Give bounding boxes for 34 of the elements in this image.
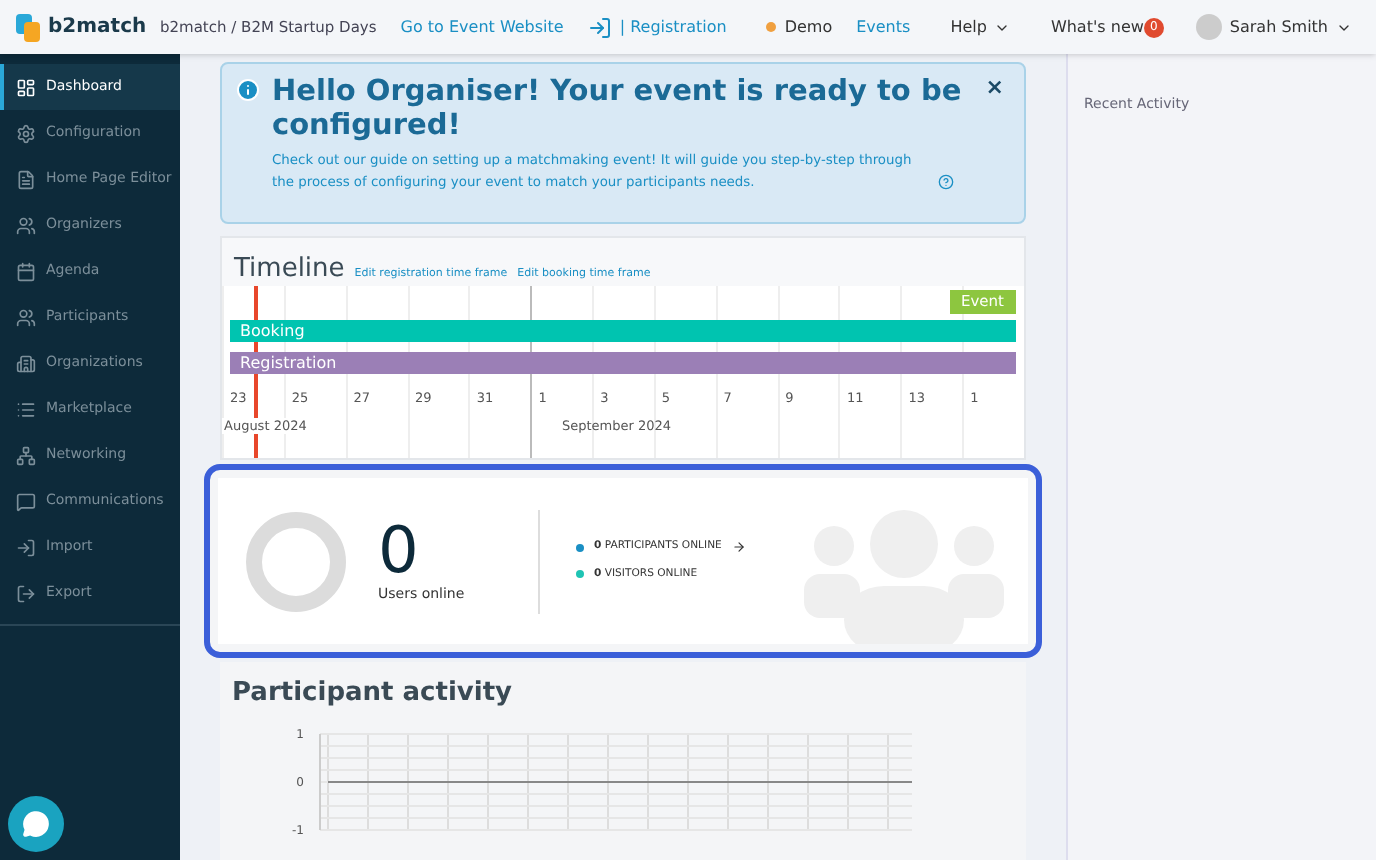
donut-ring (246, 511, 346, 611)
close-button[interactable]: × (985, 76, 1004, 98)
header-link[interactable]: | Registration (619, 15, 727, 39)
logo-icon (16, 13, 40, 41)
timeline-bar: Registration (230, 352, 1016, 374)
login-icon (587, 15, 612, 39)
header-link[interactable]: Go to Event Website (400, 15, 564, 39)
gear-icon (16, 123, 36, 143)
document-icon (16, 169, 36, 189)
user-menu[interactable]: Sarah Smith (1229, 15, 1352, 39)
calendar-icon (16, 261, 36, 281)
online-count: 0 (378, 516, 421, 585)
timeline-bar: Booking (230, 320, 1016, 342)
list-icon (16, 399, 36, 419)
building-icon (16, 353, 36, 373)
enter-icon (16, 537, 36, 557)
people-icon (16, 307, 36, 327)
timeline-title: Timeline (234, 256, 345, 282)
chat-icon (16, 491, 36, 511)
exit-icon (16, 583, 36, 603)
network-icon (16, 445, 36, 465)
whats-new-button[interactable]: What's new (1050, 15, 1144, 39)
brand-name: b2match (48, 14, 147, 42)
help-menu[interactable]: Help (950, 15, 1011, 39)
people-icon (16, 215, 36, 235)
alert-title: Hello Organiser! Your event is ready to be configured! (272, 76, 964, 144)
avatar (1195, 14, 1222, 40)
chat-icon (22, 810, 50, 838)
demo-label: Demo (784, 15, 833, 39)
chat-button[interactable] (8, 796, 64, 852)
info-icon (236, 78, 260, 102)
header-link[interactable]: Events (856, 15, 911, 39)
help-icon (938, 174, 954, 190)
activity-title: Participant activity (232, 676, 515, 712)
